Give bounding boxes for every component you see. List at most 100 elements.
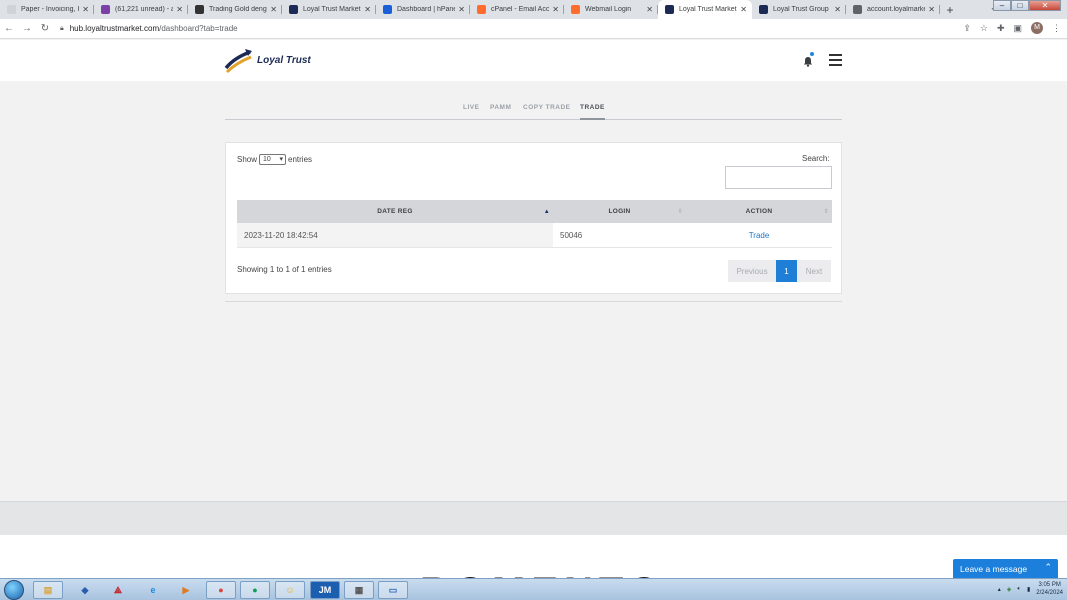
loyal-trust-logo-icon (224, 49, 252, 74)
system-tray: ▴ ◈ 🔈︎ ▮ 3:05 PM 2/24/2024 (998, 581, 1063, 597)
loyal-trust-icon (289, 5, 298, 14)
extensions-icon[interactable]: ✚ (997, 23, 1005, 34)
share-icon[interactable]: ⇪ (963, 23, 971, 34)
profile-avatar[interactable]: M (1031, 22, 1043, 34)
sort-ascending-icon: ▲ (543, 208, 550, 215)
shield-icon[interactable]: ◈ (1007, 586, 1012, 593)
close-tab-icon[interactable]: ✕ (176, 5, 183, 14)
search-input[interactable] (725, 166, 832, 189)
cell-action: Trade (686, 223, 832, 247)
network-app-icon[interactable]: ◆ (70, 581, 100, 599)
file-explorer-icon[interactable]: ▤ (33, 581, 63, 599)
column-date-reg-label: DATE REG (377, 208, 413, 215)
entries-length-control: Show 10 entries (237, 154, 312, 165)
browser-tab-title: Trading Gold dengi (209, 6, 268, 13)
browser-toolbar-right: ⇪ ☆ ✚ ▣ M ⋮ (963, 22, 1061, 34)
sort-both-icon: ⇕ (677, 209, 683, 215)
volume-icon[interactable]: 🔈︎ (1017, 586, 1021, 593)
media-player-icon[interactable]: ▶ (171, 581, 201, 599)
browser-tab[interactable]: Trading Gold dengi ✕ (188, 0, 282, 19)
jm-app-icon[interactable]: JM (310, 581, 340, 599)
reload-icon[interactable]: ↻ (36, 23, 54, 34)
trade-link[interactable]: Trade (749, 231, 770, 240)
column-login[interactable]: LOGIN ⇕ (553, 200, 686, 223)
brand-name: Loyal Trust (257, 54, 311, 66)
tray-expand-icon[interactable]: ▴ (998, 586, 1001, 593)
menu-hamburger-icon[interactable] (829, 54, 842, 69)
lock-icon[interactable]: 🔒︎ (60, 25, 64, 33)
chrome-icon[interactable]: ● (240, 581, 270, 599)
browser-tab[interactable]: account.loyalmarke ✕ (846, 0, 940, 19)
browser-tab[interactable]: (61,221 unread) - al ✕ (94, 0, 188, 19)
close-tab-icon[interactable]: ✕ (82, 5, 89, 14)
window-controls: – □ ✕ (993, 0, 1061, 11)
loyal-trust-icon (759, 5, 768, 14)
new-tab-plus-icon[interactable]: + (940, 0, 960, 19)
close-tab-icon[interactable]: ✕ (270, 5, 277, 14)
leave-message-button[interactable]: Leave a message ⌃ (953, 559, 1058, 578)
next-page-button[interactable]: Next (797, 260, 831, 282)
messenger-icon[interactable]: ☺ (275, 581, 305, 599)
show-label: Show (237, 155, 258, 164)
network-signal-icon[interactable]: ▮ (1027, 586, 1030, 593)
trade-accounts-card: Show 10 entries Search: DATE REG ▲ LOGIN… (225, 142, 842, 294)
url-path: /dashboard?tab=trade (159, 24, 238, 33)
url-field[interactable]: 🔒︎ hub.loyaltrustmarket.com/dashboard?ta… (60, 24, 238, 33)
cpanel-icon (477, 5, 486, 14)
browser-tab-title: account.loyalmarke (867, 6, 926, 13)
sort-both-icon: ⇕ (823, 209, 829, 215)
close-window-button[interactable]: ✕ (1029, 0, 1061, 11)
close-tab-icon[interactable]: ✕ (646, 5, 653, 14)
loyal-trust-icon (665, 5, 674, 14)
start-button[interactable] (4, 580, 24, 600)
table-header: DATE REG ▲ LOGIN ⇕ ACTION ⇕ (237, 200, 832, 223)
tab-pamm[interactable]: PAMM (490, 104, 511, 111)
tab-live[interactable]: LIVE (463, 104, 479, 111)
browser-tab-title: Loyal Trust Market (679, 6, 737, 13)
browser-tab-title: Dashboard | hPanel (397, 6, 456, 13)
browser-tab[interactable]: Loyal Trust Market ✕ (282, 0, 376, 19)
cpanel-icon (571, 5, 580, 14)
close-tab-icon[interactable]: ✕ (928, 5, 935, 14)
browser-tab[interactable]: Loyal Trust Group | ✕ (752, 0, 846, 19)
browser-menu-icon[interactable]: ⋮ (1052, 23, 1061, 34)
back-icon[interactable]: ← (0, 23, 18, 34)
browser-tab[interactable]: Dashboard | hPanel ✕ (376, 0, 470, 19)
browser-tab-title: Paper - Invoicing, Ir (21, 6, 80, 13)
globe-icon (853, 5, 862, 14)
entries-select[interactable]: 10 (259, 154, 287, 165)
side-panel-icon[interactable]: ▣ (1013, 23, 1022, 34)
close-tab-icon[interactable]: ✕ (364, 5, 371, 14)
previous-page-button[interactable]: Previous (728, 260, 776, 282)
maximize-button[interactable]: □ (1011, 0, 1029, 11)
bookmark-star-icon[interactable]: ☆ (980, 23, 988, 34)
minimize-button[interactable]: – (993, 0, 1011, 11)
system-clock[interactable]: 3:05 PM 2/24/2024 (1036, 581, 1063, 597)
tab-trade[interactable]: TRADE (580, 104, 605, 120)
page-footer (0, 501, 1067, 535)
close-tab-icon[interactable]: ✕ (834, 5, 841, 14)
browser-tab[interactable]: cPanel - Email Acco ✕ (470, 0, 564, 19)
tab-copy-trade[interactable]: COPY TRADE (523, 104, 571, 111)
internet-explorer-icon[interactable]: e (138, 581, 168, 599)
browser-tab-title: Loyal Trust Group | (773, 6, 832, 13)
browser-tab[interactable]: Loyal Trust Market ✕ (658, 0, 752, 19)
section-divider (225, 301, 842, 302)
notifications-button[interactable] (803, 52, 814, 72)
windows-taskbar: ▤ ◆ ⟁ e ▶ ● ● ☺ JM ▦ ▭ ▴ ◈ 🔈︎ ▮ 3:05 PM … (0, 578, 1067, 600)
browser-tab[interactable]: Webmail Login ✕ (564, 0, 658, 19)
browser-tab[interactable]: Paper - Invoicing, Ir ✕ (0, 0, 94, 19)
close-tab-icon[interactable]: ✕ (458, 5, 465, 14)
close-tab-icon[interactable]: ✕ (552, 5, 559, 14)
chrome-icon[interactable]: ● (206, 581, 236, 599)
column-action[interactable]: ACTION ⇕ (686, 200, 832, 223)
notepad-icon[interactable]: ▦ (344, 581, 374, 599)
column-date-reg[interactable]: DATE REG ▲ (237, 200, 553, 223)
mail-icon (101, 5, 110, 14)
acrobat-icon[interactable]: ⟁ (103, 581, 133, 599)
forward-icon[interactable]: → (18, 23, 36, 34)
site-logo[interactable]: Loyal Trust (224, 46, 311, 74)
remote-desktop-icon[interactable]: ▭ (378, 581, 408, 599)
page-1-button[interactable]: 1 (776, 260, 797, 282)
close-tab-icon[interactable]: ✕ (740, 5, 747, 14)
